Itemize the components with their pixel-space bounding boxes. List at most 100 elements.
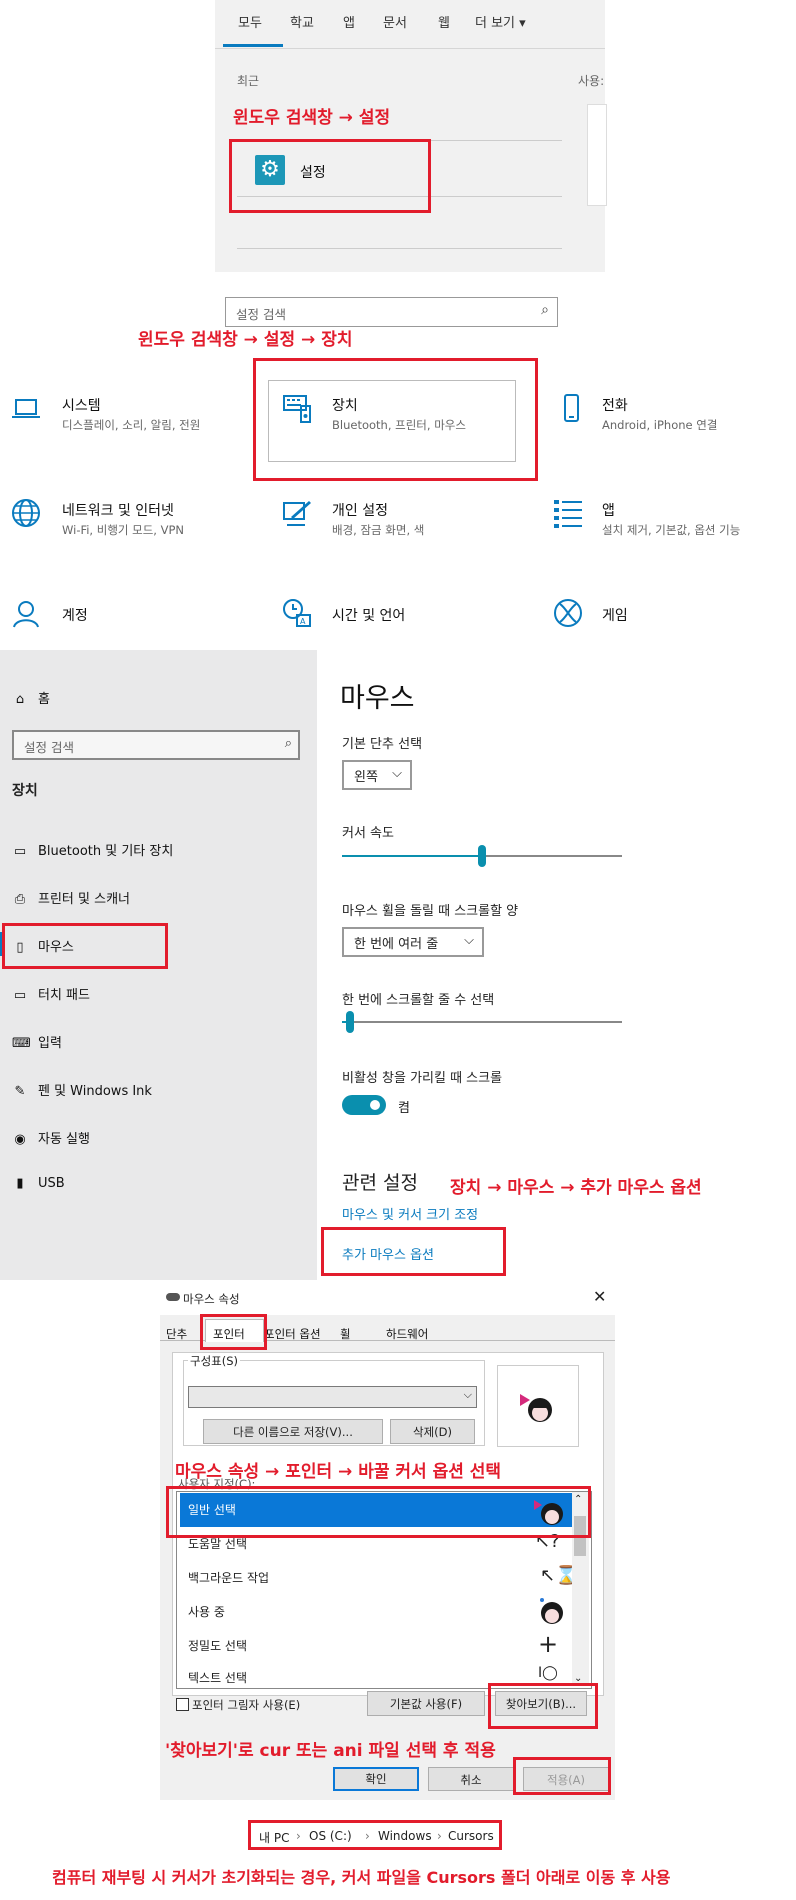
sidebar-item-typing[interactable]: ⌨ 입력 [12, 1032, 62, 1051]
use-default-button[interactable]: 기본값 사용(F) [367, 1691, 485, 1716]
tab-apps[interactable]: 앱 [343, 12, 355, 31]
item-accounts-title[interactable]: 계정 [62, 605, 88, 625]
highlight-mouse-nav [2, 923, 168, 969]
paint-icon [281, 497, 313, 529]
divider [215, 48, 605, 49]
tab-pointer-options[interactable]: 포인터 옵션 [264, 1326, 321, 1342]
lines-slider[interactable] [346, 1011, 355, 1033]
cancel-button[interactable]: 취소 [428, 1767, 514, 1791]
item-apps-title[interactable]: 앱 [602, 500, 615, 520]
highlight-additional-options [321, 1227, 506, 1276]
tab-all[interactable]: 모두 [238, 12, 262, 31]
sidebar-search-placeholder: 설정 검색 [24, 740, 74, 755]
ok-button[interactable]: 확인 [333, 1767, 419, 1791]
settings-search-box[interactable]: 설정 검색 ⌕ [225, 297, 558, 327]
tab-web[interactable]: 웹 [438, 12, 450, 31]
breadcrumb-segment[interactable]: Windows [378, 1829, 432, 1843]
item-system-title[interactable]: 시스템 [62, 395, 101, 415]
apps-list-icon [552, 497, 584, 529]
touchpad-icon: ▭ [13, 988, 27, 1003]
scroll-amount-select[interactable]: 한 번에 여러 줄 ⌵ [342, 927, 484, 957]
highlight-normal-select [166, 1486, 591, 1538]
sidebar-item-autoplay[interactable]: ◉ 자동 실행 [12, 1128, 90, 1147]
item-gaming-title[interactable]: 게임 [602, 605, 628, 625]
save-as-button[interactable]: 다른 이름으로 저장(V)... [203, 1419, 383, 1444]
home-label: 홈 [38, 692, 50, 707]
chevron-down-icon: ⌵ [463, 1388, 472, 1401]
chevron-down-icon: ⌵ [392, 766, 402, 781]
globe-icon [10, 497, 42, 529]
footer-note: 컴퓨터 재부팅 시 커서가 초기화되는 경우, 커서 파일을 Cursors 폴… [52, 1868, 671, 1887]
delete-scheme-button[interactable]: 삭제(D) [390, 1419, 475, 1444]
inactive-scroll-label: 비활성 창을 가리킬 때 스크롤 [342, 1071, 503, 1086]
row-label: 도움말 선택 [188, 1537, 248, 1551]
chevron-down-icon: ⌵ [464, 933, 474, 948]
close-icon[interactable]: ✕ [593, 1287, 606, 1306]
item-personalize-title[interactable]: 개인 설정 [332, 500, 388, 520]
shadow-checkbox[interactable] [176, 1698, 189, 1711]
item-network-sub: Wi-Fi, 비행기 모드, VPN [62, 523, 185, 537]
crosshair-cursor-icon: + [538, 1630, 559, 1658]
item-personalize-sub: 배경, 잠금 화면, 색 [332, 523, 425, 537]
sidebar-item-label: USB [38, 1176, 65, 1191]
cursor-preview [497, 1365, 579, 1447]
breadcrumb-separator-icon: › [437, 1829, 442, 1843]
tab-hardware[interactable]: 하드웨어 [386, 1326, 428, 1342]
sidebar-item-label: 자동 실행 [38, 1132, 90, 1147]
breadcrumb-segment[interactable]: OS (C:) [309, 1829, 352, 1843]
sidebar-item-home[interactable]: ⌂ 홈 [12, 688, 50, 707]
breadcrumb-segment[interactable]: Cursors [448, 1829, 494, 1843]
row-label: 사용 중 [188, 1605, 225, 1619]
home-icon: ⌂ [15, 692, 25, 707]
path-breadcrumb[interactable]: 내 PC › OS (C:) › Windows › Cursors [248, 1820, 502, 1850]
search-icon[interactable]: ⌕ [541, 302, 549, 318]
sidebar-item-printers[interactable]: ⎙ 프린터 및 스캐너 [12, 888, 130, 907]
item-phone-title[interactable]: 전화 [602, 395, 628, 415]
phone-icon [555, 392, 587, 424]
item-system-sub: 디스플레이, 소리, 알림, 전원 [62, 418, 201, 432]
sidebar-item-bluetooth[interactable]: ▭ Bluetooth 및 기타 장치 [12, 840, 173, 859]
sidebar-search-box[interactable]: 설정 검색 ⌕ [12, 730, 300, 760]
lines-label: 한 번에 스크롤할 줄 수 선택 [342, 993, 495, 1008]
list-item-background[interactable]: 백그라운드 작업 [180, 1561, 585, 1595]
sidebar-item-pen[interactable]: ✎ 펜 및 Windows Ink [12, 1080, 152, 1099]
autoplay-icon: ◉ [14, 1132, 26, 1147]
breadcrumb-separator-icon: › [296, 1829, 301, 1843]
highlight-pointers-tab [200, 1314, 267, 1350]
laptop-icon [10, 392, 42, 424]
item-network-title[interactable]: 네트워크 및 인터넷 [62, 500, 174, 520]
sidebar-item-touchpad[interactable]: ▭ 터치 패드 [12, 984, 90, 1003]
scheme-select[interactable]: ⌵ [188, 1386, 477, 1408]
xbox-icon [552, 597, 584, 629]
keyboard-icon: ⌨ [12, 1036, 31, 1051]
recent-label: 최근 [237, 74, 260, 88]
item-apps-sub: 설치 제거, 기본값, 옵션 기능 [602, 523, 741, 537]
list-item-busy[interactable]: 사용 중 [180, 1595, 585, 1629]
link-resize-cursor[interactable]: 마우스 및 커서 크기 조정 [342, 1204, 478, 1223]
tab-documents[interactable]: 문서 [383, 12, 407, 31]
active-tab-indicator [223, 44, 283, 47]
item-time-title[interactable]: 시간 및 언어 [332, 605, 405, 625]
windows-search-panel: 모두 학교 앱 문서 웹 더 보기 ▾ 최근 사용: 윈도우 검색창 → 설정 … [215, 0, 607, 272]
inactive-scroll-toggle[interactable] [342, 1095, 386, 1115]
lines-track [342, 1021, 622, 1023]
mouse-app-icon [166, 1293, 180, 1301]
primary-button-value: 왼쪽 [354, 770, 378, 785]
list-item-precision[interactable]: 정밀도 선택 [180, 1629, 585, 1663]
cursor-speed-slider[interactable] [478, 845, 486, 867]
sidebar-item-label: Bluetooth 및 기타 장치 [38, 844, 174, 859]
primary-button-select[interactable]: 왼쪽 ⌵ [342, 760, 412, 790]
breadcrumb-segment[interactable]: 내 PC [259, 1829, 289, 1846]
text-cursor-icon: I◯ [538, 1665, 558, 1681]
related-settings-title: 관련 설정 [342, 1172, 418, 1194]
scroll-amount-label: 마우스 휠을 돌릴 때 스크롤할 양 [342, 904, 519, 919]
search-icon[interactable]: ⌕ [285, 736, 292, 751]
tab-buttons[interactable]: 단추 [166, 1326, 187, 1342]
tab-wheel[interactable]: 휠 [340, 1326, 351, 1342]
scroll-amount-value: 한 번에 여러 줄 [354, 937, 439, 952]
tab-school[interactable]: 학교 [290, 12, 314, 31]
tab-more[interactable]: 더 보기 ▾ [475, 12, 526, 31]
printer-icon: ⎙ [14, 892, 26, 907]
sidebar-item-label: 프린터 및 스캐너 [38, 892, 130, 907]
sidebar-item-usb[interactable]: ▮ USB [12, 1176, 65, 1191]
